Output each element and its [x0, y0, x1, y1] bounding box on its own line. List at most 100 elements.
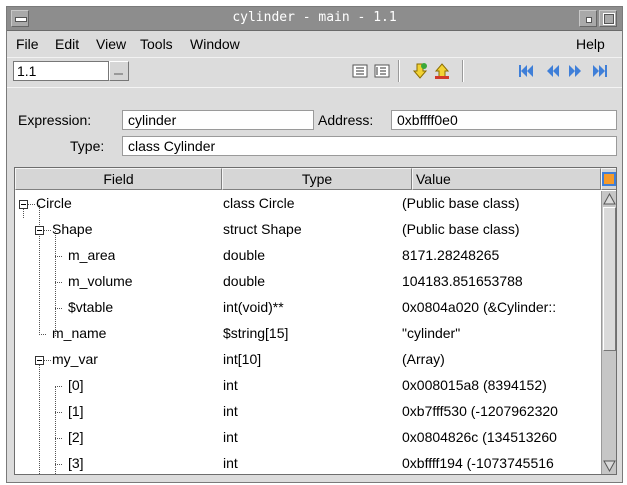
type-cell: int: [223, 377, 238, 393]
expression-field[interactable]: cylinder: [122, 110, 314, 130]
title-bar[interactable]: cylinder - main - 1.1: [7, 7, 622, 31]
tree-line: [39, 334, 46, 335]
menu-view[interactable]: View: [96, 36, 126, 52]
field-cell: [1]: [68, 403, 84, 419]
value-cell: 0x008015a8 (8394152): [402, 377, 547, 393]
value-cell: 0xbffff194 (-1073745516: [402, 455, 554, 471]
collapse-icon[interactable]: [19, 200, 28, 209]
dive-icon[interactable]: [410, 62, 430, 80]
value-cell: 0x0804826c (134513260: [402, 429, 557, 445]
tree-line: [55, 438, 62, 439]
thread-frame-field[interactable]: 1.1: [13, 61, 109, 81]
value-cell: 104183.851653788: [402, 273, 523, 289]
undive-icon[interactable]: [432, 62, 452, 80]
table-row[interactable]: [0] int 0x008015a8 (8394152): [15, 373, 599, 399]
table-row[interactable]: m_name $string[15] "cylinder": [15, 321, 599, 347]
collapse-icon[interactable]: [35, 226, 44, 235]
type-cell: double: [223, 247, 266, 263]
table-row[interactable]: [3] int 0xbffff194 (-1073745516: [15, 451, 599, 474]
column-header-type[interactable]: Type: [222, 168, 412, 190]
expression-panel: Expression: cylinder Address: 0xbffff0e0…: [7, 87, 622, 163]
field-cell: [0]: [68, 377, 84, 393]
data-table: Field Type Value Circle class Circle (Pu…: [14, 167, 617, 475]
table-row[interactable]: m_volume double 104183.851653788: [15, 269, 599, 295]
tree-line: [55, 282, 62, 283]
table-row[interactable]: [1] int 0xb7fff530 (-1207962320: [15, 399, 599, 425]
menu-help[interactable]: Help: [576, 36, 605, 52]
collapse-all-icon[interactable]: [350, 62, 370, 80]
maximize-button[interactable]: [599, 10, 617, 27]
address-field[interactable]: 0xbffff0e0: [391, 110, 617, 130]
expand-all-icon[interactable]: [372, 62, 392, 80]
menu-file[interactable]: File: [16, 36, 39, 52]
tree-line: [28, 204, 35, 205]
field-cell: Shape: [52, 221, 93, 237]
table-row[interactable]: [2] int 0x0804826c (134513260: [15, 425, 599, 451]
tree-line: [55, 256, 62, 257]
menu-tools[interactable]: Tools: [140, 36, 173, 52]
value-cell: 0x0804a020 (&Cylinder::: [402, 299, 557, 315]
debugger-window: cylinder - main - 1.1 File Edit View Too…: [6, 6, 623, 483]
table-row[interactable]: m_area double 8171.28248265: [15, 243, 599, 269]
type-cell: int(void)**: [223, 299, 284, 315]
value-cell: (Array): [402, 351, 445, 367]
menu-window[interactable]: Window: [190, 36, 240, 52]
toolbar-separator: [398, 60, 400, 82]
vertical-scrollbar[interactable]: [601, 191, 616, 474]
type-cell: class Circle: [223, 195, 295, 211]
last-icon[interactable]: [590, 62, 610, 80]
field-cell: my_var: [52, 351, 98, 367]
type-cell: int: [223, 455, 238, 471]
column-header-value[interactable]: Value: [412, 168, 601, 190]
tree-line: [44, 230, 51, 231]
tree-line: [55, 308, 62, 309]
previous-icon[interactable]: [542, 62, 562, 80]
menu-bar: File Edit View Tools Window Help: [7, 32, 622, 58]
window-title: cylinder - main - 1.1: [232, 10, 397, 25]
value-cell: "cylinder": [402, 325, 461, 341]
scroll-up-icon[interactable]: [603, 192, 616, 206]
table-row[interactable]: Shape struct Shape (Public base class): [15, 217, 599, 243]
tree-line: [55, 412, 62, 413]
expression-label: Expression:: [18, 112, 92, 128]
type-label: Type:: [70, 138, 105, 154]
collapse-icon[interactable]: [35, 356, 44, 365]
table-row[interactable]: Circle class Circle (Public base class): [15, 191, 599, 217]
type-cell: struct Shape: [223, 221, 302, 237]
value-cell: 0xb7fff530 (-1207962320: [402, 403, 558, 419]
value-cell: (Public base class): [402, 195, 520, 211]
table-body: Circle class Circle (Public base class) …: [15, 191, 599, 474]
type-cell: int: [223, 429, 238, 445]
type-cell: double: [223, 273, 266, 289]
field-cell: m_area: [68, 247, 116, 263]
field-cell: $vtable: [68, 299, 114, 315]
table-row[interactable]: my_var int[10] (Array): [15, 347, 599, 373]
table-header: Field Type Value: [15, 168, 616, 190]
type-field[interactable]: class Cylinder: [122, 136, 617, 156]
column-header-field[interactable]: Field: [15, 168, 222, 190]
type-cell: $string[15]: [223, 325, 289, 341]
tree-line: [55, 386, 62, 387]
first-icon[interactable]: [516, 62, 536, 80]
field-cell: m_name: [52, 325, 107, 341]
field-cell: Circle: [36, 195, 72, 211]
toolbar: 1.1: [7, 57, 622, 85]
thread-frame-dropdown-button[interactable]: [109, 61, 129, 81]
address-label: Address:: [318, 112, 374, 128]
type-cell: int: [223, 403, 238, 419]
field-cell: [2]: [68, 429, 84, 445]
tree-line: [44, 360, 51, 361]
tree-line: [55, 464, 62, 465]
field-cell: [3]: [68, 455, 84, 471]
column-chooser-button[interactable]: [601, 168, 616, 190]
minimize-button[interactable]: [579, 10, 597, 27]
value-cell: 8171.28248265: [402, 247, 500, 263]
next-icon[interactable]: [566, 62, 586, 80]
value-cell: (Public base class): [402, 221, 520, 237]
menu-edit[interactable]: Edit: [55, 36, 79, 52]
toolbar-separator: [462, 60, 464, 82]
scroll-down-icon[interactable]: [603, 459, 616, 473]
table-row[interactable]: $vtable int(void)** 0x0804a020 (&Cylinde…: [15, 295, 599, 321]
field-cell: m_volume: [68, 273, 133, 289]
scrollbar-thumb[interactable]: [603, 207, 616, 351]
